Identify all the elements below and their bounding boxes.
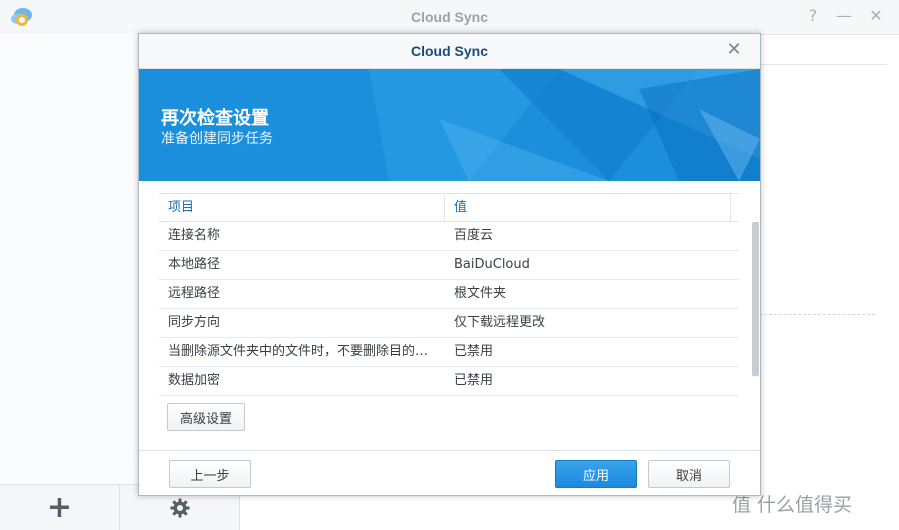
- close-icon[interactable]: ✕: [724, 40, 744, 60]
- row-item: 数据加密: [168, 373, 221, 388]
- previous-step-button[interactable]: 上一步: [169, 460, 251, 488]
- divider-dashed: [759, 314, 875, 315]
- app-title: Cloud Sync: [410, 9, 488, 25]
- settings-summary-table: 项目 值 连接名称 百度云 本地路径 BaiDuCloud 远程路径 根文件夹 …: [159, 193, 759, 396]
- review-settings-dialog: Cloud Sync ✕ 再次检查设置 准备创建同步任务 项目 值 连接名称 百…: [138, 33, 761, 496]
- dialog-banner: 再次检查设置 准备创建同步任务: [139, 69, 760, 181]
- table-scrollbar[interactable]: [752, 222, 759, 377]
- dialog-title: Cloud Sync: [410, 43, 488, 59]
- advanced-settings-button[interactable]: 高级设置: [167, 403, 245, 431]
- scrollbar-thumb[interactable]: [752, 222, 759, 376]
- row-value: BaiDuCloud: [454, 257, 530, 272]
- apply-button[interactable]: 应用: [555, 460, 637, 488]
- app-sidebar: [0, 34, 138, 484]
- row-item: 连接名称: [168, 228, 221, 243]
- banner-subtitle: 准备创建同步任务: [161, 131, 273, 147]
- app-titlebar: Cloud Sync ? — ✕: [0, 0, 899, 35]
- row-item: 本地路径: [168, 257, 221, 272]
- column-header-item[interactable]: 项目: [159, 194, 445, 221]
- row-value: 根文件夹: [454, 286, 507, 301]
- table-header: 项目 值: [159, 194, 739, 222]
- row-item: 远程路径: [168, 286, 221, 301]
- row-item: 当删除源文件夹中的文件时，不要删除目的地文…: [168, 344, 436, 359]
- row-value: 百度云: [454, 228, 494, 243]
- minimize-icon[interactable]: —: [834, 6, 854, 26]
- row-value: 已禁用: [454, 344, 494, 359]
- divider: [759, 64, 887, 65]
- table-row[interactable]: 连接名称 百度云: [159, 222, 739, 251]
- dialog-header: Cloud Sync ✕: [139, 34, 760, 69]
- row-value: 仅下载远程更改: [454, 315, 546, 330]
- row-item: 同步方向: [168, 315, 221, 330]
- close-app-icon[interactable]: ✕: [866, 6, 886, 26]
- column-header-value[interactable]: 值: [445, 194, 731, 221]
- row-value: 已禁用: [454, 373, 494, 388]
- add-task-button[interactable]: +: [0, 485, 120, 530]
- help-icon[interactable]: ?: [803, 6, 823, 26]
- table-row[interactable]: 数据加密 已禁用: [159, 367, 739, 396]
- cancel-button[interactable]: 取消: [648, 460, 730, 488]
- table-row[interactable]: 同步方向 仅下载远程更改: [159, 309, 739, 338]
- table-row[interactable]: 当删除源文件夹中的文件时，不要删除目的地文… 已禁用: [159, 338, 739, 367]
- table-row[interactable]: 本地路径 BaiDuCloud: [159, 251, 739, 280]
- gear-icon: [170, 498, 189, 517]
- table-row[interactable]: 远程路径 根文件夹: [159, 280, 739, 309]
- banner-title: 再次检查设置: [161, 108, 269, 129]
